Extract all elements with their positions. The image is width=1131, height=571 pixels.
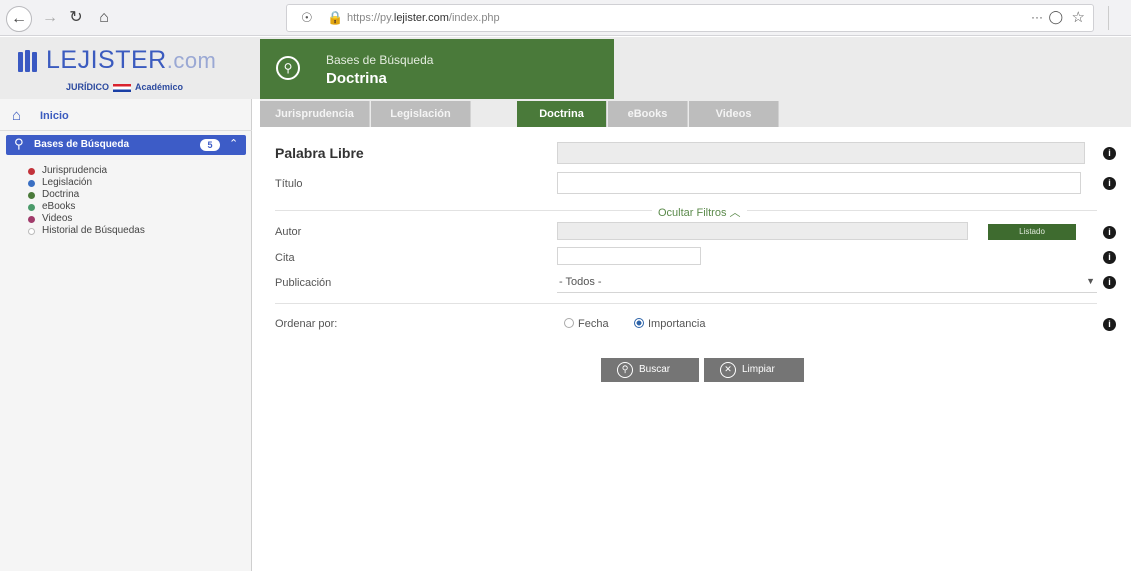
shield-icon[interactable]: ☉ xyxy=(301,10,313,26)
tab-legislacion[interactable]: Legislación xyxy=(371,101,471,127)
close-icon: ✕ xyxy=(720,362,736,378)
chevron-up-icon[interactable]: ⌃ xyxy=(229,137,238,150)
radio-unchecked-icon xyxy=(564,318,574,328)
palabra-libre-label: Palabra Libre xyxy=(275,145,364,161)
sidebar-subitem-label: Videos xyxy=(42,213,73,224)
tab-videos[interactable]: Videos xyxy=(689,101,779,127)
info-icon[interactable]: i xyxy=(1103,276,1116,289)
autor-label: Autor xyxy=(275,226,302,238)
sidebar-divider xyxy=(0,130,252,131)
home-icon[interactable]: ⌂ xyxy=(92,6,116,30)
logo-subtitle: JURÍDICO Académico xyxy=(66,82,184,92)
bookmark-star-icon[interactable]: ☆ xyxy=(1072,8,1085,26)
bullet-dot-icon xyxy=(28,168,35,175)
sidebar-subitem-label: eBooks xyxy=(42,201,76,212)
url-text[interactable]: https://py.lejister.com/index.php xyxy=(347,12,500,24)
palabra-libre-input[interactable] xyxy=(557,142,1085,164)
info-icon[interactable]: i xyxy=(1103,251,1116,264)
info-icon[interactable]: i xyxy=(1103,226,1116,239)
bullet-dot-icon xyxy=(28,192,35,199)
pocket-icon[interactable]: ◯ xyxy=(1048,9,1063,25)
flag-icon xyxy=(113,83,132,92)
section-kicker: Bases de Búsqueda xyxy=(326,53,434,67)
info-icon[interactable]: i xyxy=(1103,177,1116,190)
back-icon[interactable]: ← xyxy=(6,6,32,32)
button-label: Limpiar xyxy=(742,364,775,375)
reload-icon[interactable]: ↻ xyxy=(64,6,88,30)
sidebar-subitem-label: Legislación xyxy=(42,177,93,188)
address-bar[interactable]: ☉ 🔒 https://py.lejister.com/index.php ··… xyxy=(286,4,1094,32)
sidebar-item-label: Bases de Búsqueda xyxy=(34,139,130,150)
search-icon: ⚲ xyxy=(617,362,633,378)
tab-ebooks[interactable]: eBooks xyxy=(608,101,688,127)
button-label: Buscar xyxy=(639,364,671,375)
browser-toolbar: ← → ↻ ⌂ ☉ 🔒 https://py.lejister.com/inde… xyxy=(0,0,1131,36)
info-icon[interactable]: i xyxy=(1103,318,1116,331)
sidebar-subitem-label: Historial de Búsquedas xyxy=(42,225,145,236)
tab-doctrina[interactable]: Doctrina xyxy=(517,101,607,127)
bullet-dot-icon xyxy=(28,180,35,187)
lejister-logo[interactable]: LEJISTER.com JURÍDICO Académico xyxy=(18,46,250,98)
select-value: - Todos - xyxy=(559,276,602,288)
buscar-button[interactable]: ⚲ Buscar xyxy=(601,358,699,382)
tab-jurisprudencia[interactable]: Jurisprudencia xyxy=(260,101,370,127)
forward-icon[interactable]: → xyxy=(38,6,62,30)
bullet-dot-icon xyxy=(28,204,35,211)
limpiar-button[interactable]: ✕ Limpiar xyxy=(704,358,804,382)
cita-input[interactable] xyxy=(557,247,701,265)
sidebar-item-label: Inicio xyxy=(40,110,69,122)
titulo-label: Título xyxy=(275,178,303,190)
cita-label: Cita xyxy=(275,252,295,264)
bullet-dot-icon xyxy=(28,228,35,235)
order-fecha-radio[interactable]: Fecha xyxy=(564,318,609,330)
sidebar-subitem-label: Jurisprudencia xyxy=(42,165,108,176)
section-title: Doctrina xyxy=(326,70,387,87)
order-divider xyxy=(275,303,1097,304)
ordenar-label: Ordenar por: xyxy=(275,318,338,330)
autor-input[interactable] xyxy=(557,222,968,240)
sidebar-subitem-label: Doctrina xyxy=(42,189,80,200)
sidebar xyxy=(0,99,252,571)
hide-filters-toggle[interactable]: Ocultar Filtros ︿ xyxy=(652,204,747,220)
radio-label: Importancia xyxy=(648,318,706,330)
sidebar-item-bases-de-busqueda[interactable]: ⚲ Bases de Búsqueda 5 ⌃ xyxy=(6,135,246,155)
search-icon: ⚲ xyxy=(276,56,300,80)
listado-button[interactable]: Listado xyxy=(988,224,1076,240)
bullet-dot-icon xyxy=(28,216,35,223)
page-actions-icon[interactable]: ··· xyxy=(1031,10,1043,24)
titulo-input[interactable] xyxy=(557,172,1081,194)
radio-checked-icon xyxy=(634,318,644,328)
radio-label: Fecha xyxy=(578,318,609,330)
order-importancia-radio[interactable]: Importancia xyxy=(634,318,705,330)
section-header: ⚲ Bases de Búsqueda Doctrina xyxy=(260,39,614,99)
publicacion-label: Publicación xyxy=(275,277,332,289)
lock-icon[interactable]: 🔒 xyxy=(327,10,343,26)
home-icon: ⌂ xyxy=(12,107,22,124)
logo-wordmark: LEJISTER.com xyxy=(46,46,217,74)
count-badge: 5 xyxy=(200,139,220,151)
sidebar-item-inicio[interactable]: ⌂ Inicio xyxy=(0,103,252,129)
caret-down-icon: ▼ xyxy=(1086,276,1095,286)
logo-mark-icon xyxy=(18,48,42,74)
toolbar-divider xyxy=(1108,6,1109,30)
info-icon[interactable]: i xyxy=(1103,147,1116,160)
publicacion-select[interactable]: - Todos - ▼ xyxy=(557,273,1097,293)
search-icon: ⚲ xyxy=(14,136,24,151)
